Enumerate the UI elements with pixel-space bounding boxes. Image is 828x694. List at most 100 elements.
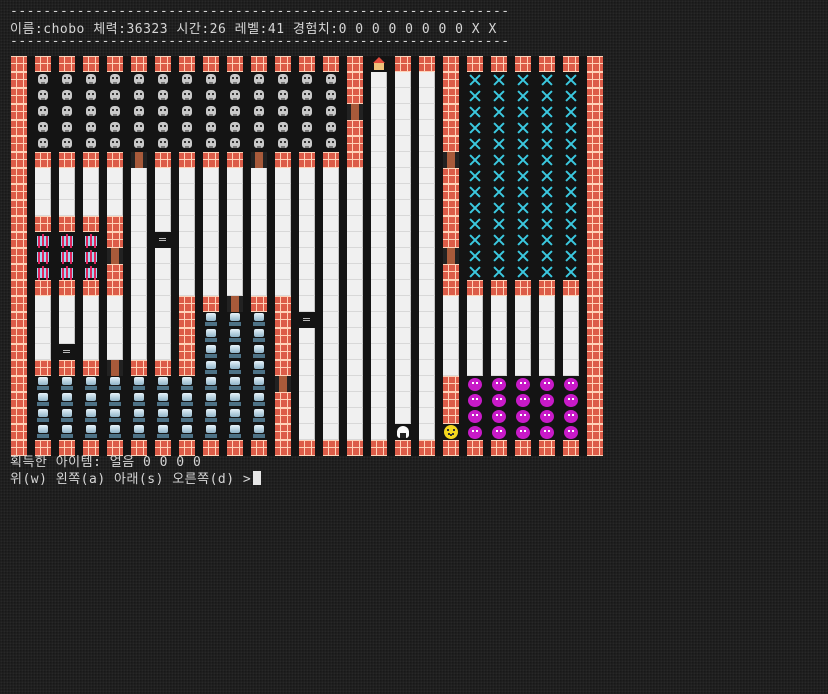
column-gap [243, 200, 251, 216]
brick-wall-icon [59, 360, 75, 376]
column-gap [147, 312, 155, 328]
floor-tile [203, 200, 219, 216]
column-gap [579, 136, 587, 152]
column-gap [219, 248, 227, 264]
text-cursor[interactable] [253, 471, 262, 485]
column-gap [171, 360, 179, 376]
floor-tile [347, 376, 363, 392]
column-gap [363, 408, 371, 424]
column-gap [363, 88, 371, 104]
sword-icon [467, 120, 483, 136]
column-gap [363, 104, 371, 120]
column-gap [387, 104, 395, 120]
column-gap [171, 72, 179, 88]
column-gap [75, 56, 83, 72]
column-gap [387, 264, 395, 280]
column-gap [579, 328, 587, 344]
sword-icon [563, 104, 579, 120]
column-gap [147, 328, 155, 344]
column-gap [171, 312, 179, 328]
floor-tile [371, 296, 387, 312]
column-gap [195, 88, 203, 104]
floor-tile [467, 296, 483, 312]
column-gap [27, 200, 35, 216]
column-gap [27, 360, 35, 376]
brick-wall-icon [11, 120, 27, 136]
column-gap [411, 72, 419, 88]
column-gap [51, 104, 59, 120]
lamp-icon [35, 424, 51, 440]
brick-wall-icon [179, 312, 195, 328]
column-gap [555, 200, 563, 216]
column-gap [387, 392, 395, 408]
column-gap [75, 408, 83, 424]
brick-wall-icon [299, 56, 315, 72]
lamp-icon [83, 424, 99, 440]
floor-tile [395, 376, 411, 392]
floor-tile [539, 328, 555, 344]
column-gap [219, 392, 227, 408]
column-gap [363, 200, 371, 216]
command-prompt[interactable]: 위(w) 왼쪽(a) 아래(s) 오른쪽(d) > [10, 471, 262, 488]
column-gap [579, 440, 587, 456]
column-gap [387, 360, 395, 376]
door-icon [443, 248, 459, 264]
column-gap [411, 408, 419, 424]
floor-tile [347, 232, 363, 248]
brick-wall-icon [11, 328, 27, 344]
column-gap [99, 136, 107, 152]
column-gap [171, 344, 179, 360]
column-gap [363, 440, 371, 456]
column-gap [171, 440, 179, 456]
floor-tile [35, 328, 51, 344]
skull-icon [227, 72, 243, 88]
skull-icon [83, 88, 99, 104]
column-gap [219, 344, 227, 360]
column-gap [483, 440, 491, 456]
skull-icon [35, 88, 51, 104]
column-gap [459, 392, 467, 408]
column-gap [339, 248, 347, 264]
column-gap [219, 424, 227, 440]
floor-tile [323, 344, 339, 360]
column-gap [195, 344, 203, 360]
column-gap [123, 280, 131, 296]
column-gap [339, 440, 347, 456]
brick-wall-icon [275, 328, 291, 344]
column-gap [27, 280, 35, 296]
column-gap [75, 296, 83, 312]
column-gap [99, 72, 107, 88]
devil-icon [515, 392, 531, 408]
column-gap [267, 392, 275, 408]
lamp-icon [107, 392, 123, 408]
column-gap [363, 168, 371, 184]
column-gap [555, 360, 563, 376]
column-gap [219, 88, 227, 104]
column-gap [555, 136, 563, 152]
column-gap [171, 168, 179, 184]
floor-tile [419, 392, 435, 408]
skull-icon [275, 72, 291, 88]
column-gap [339, 312, 347, 328]
lamp-icon [179, 408, 195, 424]
column-gap [363, 232, 371, 248]
floor-tile [323, 376, 339, 392]
column-gap [123, 104, 131, 120]
floor-tile [35, 168, 51, 184]
column-gap [147, 408, 155, 424]
column-gap [75, 184, 83, 200]
floor-tile [515, 360, 531, 376]
lamp-icon [251, 344, 267, 360]
brick-wall-icon [347, 56, 363, 72]
skull-icon [275, 120, 291, 136]
column-gap [147, 376, 155, 392]
column-gap [243, 424, 251, 440]
column-gap [267, 200, 275, 216]
column-gap [195, 280, 203, 296]
column-gap [267, 104, 275, 120]
floor-tile [155, 312, 171, 328]
sword-icon [539, 88, 555, 104]
brick-wall-icon [275, 56, 291, 72]
sword-icon [515, 232, 531, 248]
column-gap [219, 376, 227, 392]
